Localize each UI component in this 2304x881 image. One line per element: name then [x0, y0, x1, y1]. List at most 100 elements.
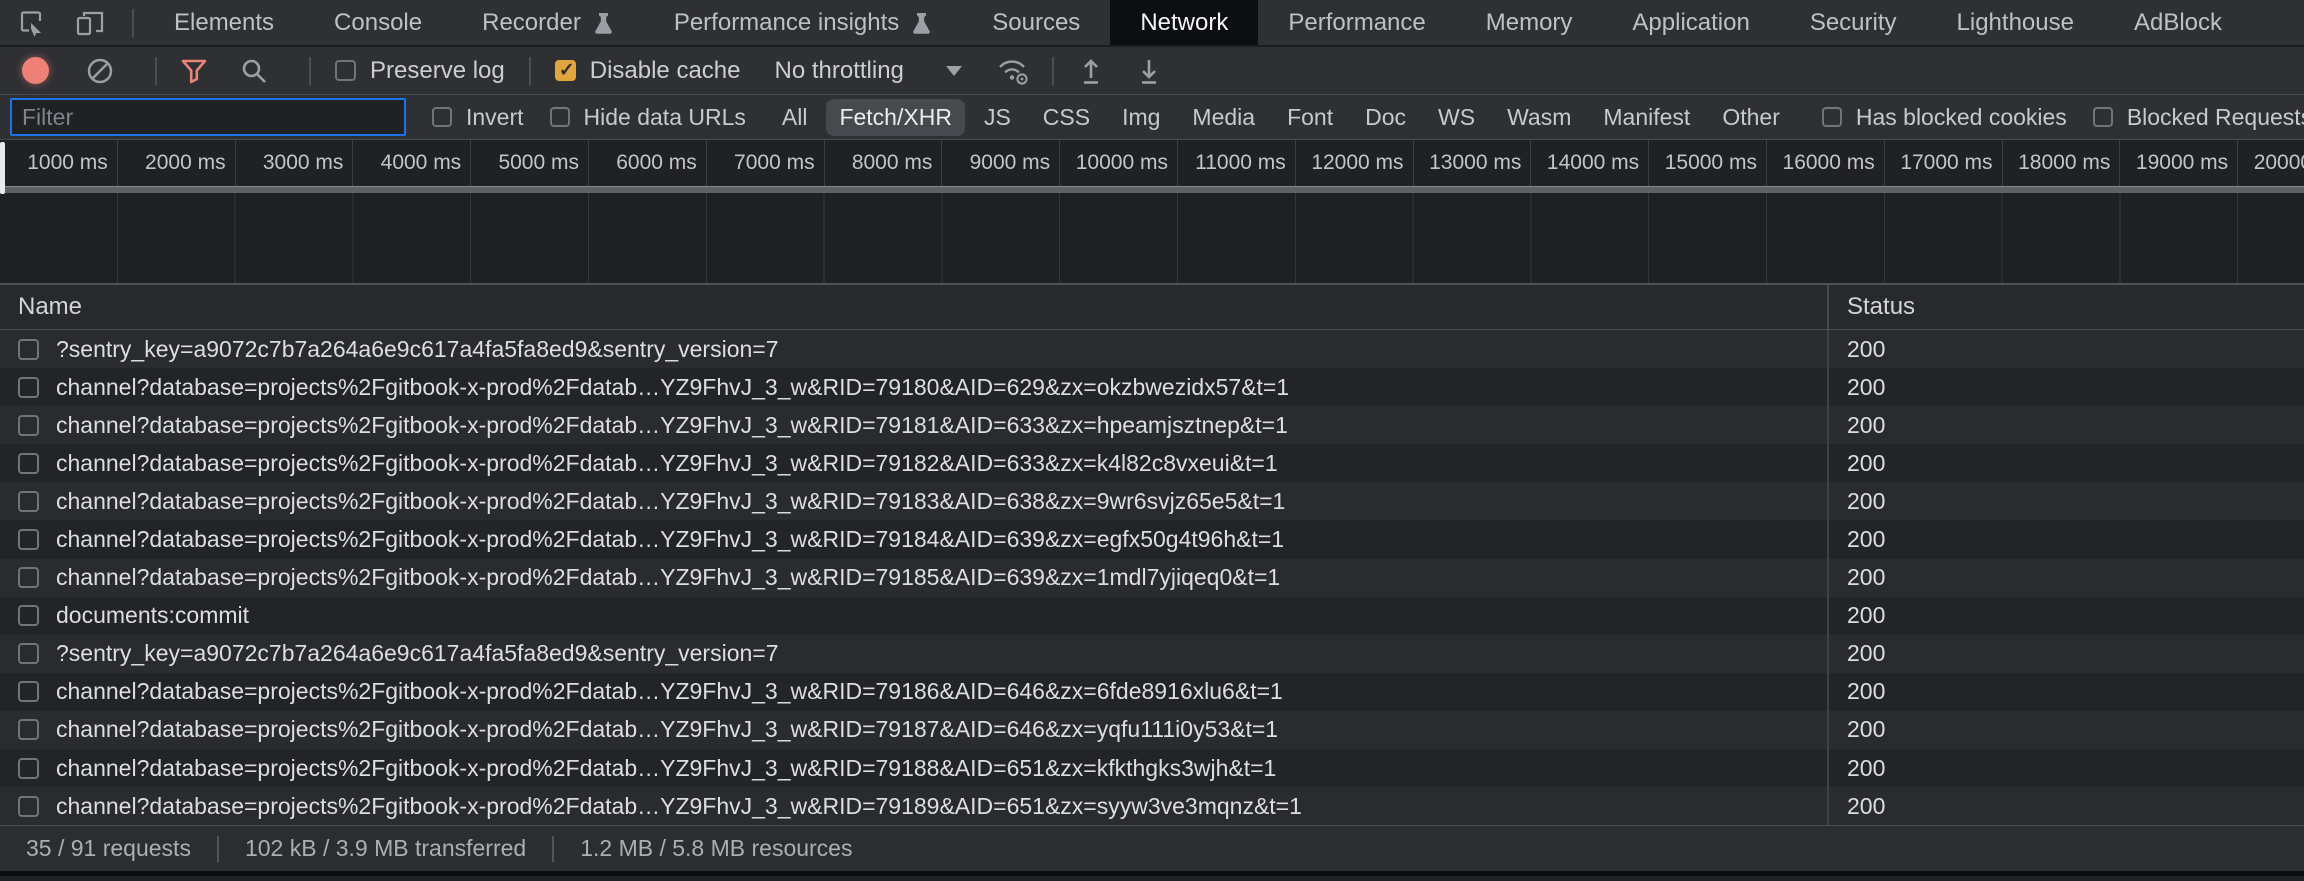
- hide-data-urls-checkbox[interactable]: [550, 107, 570, 127]
- tab-elements[interactable]: Elements: [144, 0, 304, 45]
- tab-console[interactable]: Console: [304, 0, 452, 45]
- request-status-cell: 200: [1829, 336, 2304, 363]
- timeline-tick: 20000 ms: [2238, 140, 2304, 186]
- tab-network[interactable]: Network: [1110, 0, 1258, 45]
- har-import-icon[interactable]: [1076, 55, 1106, 87]
- type-filter-js[interactable]: JS: [971, 99, 1024, 136]
- request-name-cell: channel?database=projects%2Fgitbook-x-pr…: [0, 482, 1829, 520]
- type-filter-img[interactable]: Img: [1109, 99, 1173, 136]
- preserve-log-checkbox[interactable]: [335, 60, 356, 81]
- inspect-element-icon[interactable]: [16, 8, 46, 38]
- tab-sources[interactable]: Sources: [962, 0, 1110, 45]
- table-row[interactable]: channel?database=projects%2Fgitbook-x-pr…: [0, 520, 2304, 558]
- request-name-cell: channel?database=projects%2Fgitbook-x-pr…: [0, 673, 1829, 711]
- request-checkbox[interactable]: [18, 453, 39, 474]
- status-badge: 200: [1847, 564, 1885, 590]
- table-row[interactable]: channel?database=projects%2Fgitbook-x-pr…: [0, 787, 2304, 825]
- status-badge: 200: [1847, 336, 1885, 362]
- network-conditions-icon[interactable]: [996, 56, 1030, 86]
- table-row[interactable]: channel?database=projects%2Fgitbook-x-pr…: [0, 673, 2304, 711]
- clear-network-log-icon[interactable]: [85, 56, 115, 86]
- table-row[interactable]: channel?database=projects%2Fgitbook-x-pr…: [0, 406, 2304, 444]
- request-status-cell: 200: [1829, 526, 2304, 553]
- column-header-status[interactable]: Status: [1829, 285, 2304, 329]
- throttling-value: No throttling: [774, 57, 903, 85]
- tab-recorder[interactable]: Recorder: [452, 0, 644, 45]
- request-checkbox[interactable]: [18, 377, 39, 398]
- record-network-log-icon[interactable]: [22, 57, 49, 84]
- toolbar-divider: [1052, 57, 1054, 85]
- request-checkbox[interactable]: [18, 796, 39, 817]
- request-checkbox[interactable]: [18, 758, 39, 779]
- table-row[interactable]: documents:commit 200: [0, 597, 2304, 635]
- tab-lighthouse[interactable]: Lighthouse: [1927, 0, 2104, 45]
- filter-icon[interactable]: [179, 56, 209, 86]
- disable-cache-checkbox[interactable]: [555, 60, 576, 81]
- overview-left-handle[interactable]: [0, 142, 5, 194]
- request-checkbox[interactable]: [18, 339, 39, 360]
- table-row[interactable]: channel?database=projects%2Fgitbook-x-pr…: [0, 444, 2304, 482]
- request-status-cell: 200: [1829, 640, 2304, 667]
- resources-size: 1.2 MB / 5.8 MB resources: [554, 835, 878, 862]
- request-checkbox[interactable]: [18, 567, 39, 588]
- device-toolbar-icon[interactable]: [74, 8, 106, 38]
- filter-input[interactable]: [10, 98, 406, 136]
- table-row[interactable]: ?sentry_key=a9072c7b7a264a6e9c617a4fa5fa…: [0, 330, 2304, 368]
- request-checkbox[interactable]: [18, 529, 39, 550]
- throttling-select[interactable]: No throttling: [774, 57, 961, 85]
- invert-checkbox[interactable]: [432, 107, 452, 127]
- request-checkbox[interactable]: [18, 643, 39, 664]
- overview-splitter[interactable]: [0, 186, 2304, 193]
- table-row[interactable]: channel?database=projects%2Fgitbook-x-pr…: [0, 368, 2304, 406]
- type-filter-font[interactable]: Font: [1274, 99, 1346, 136]
- type-filter-all[interactable]: All: [769, 99, 821, 136]
- has-blocked-cookies-checkbox[interactable]: [1822, 107, 1842, 127]
- table-row[interactable]: channel?database=projects%2Fgitbook-x-pr…: [0, 749, 2304, 787]
- status-badge: 200: [1847, 755, 1885, 781]
- status-badge: 200: [1847, 374, 1885, 400]
- waterfall-overview[interactable]: [0, 193, 2304, 285]
- tab-application[interactable]: Application: [1602, 0, 1779, 45]
- request-status-cell: 200: [1829, 450, 2304, 477]
- request-checkbox[interactable]: [18, 415, 39, 436]
- table-row[interactable]: channel?database=projects%2Fgitbook-x-pr…: [0, 711, 2304, 749]
- request-status-cell: 200: [1829, 412, 2304, 439]
- type-filter-ws[interactable]: WS: [1425, 99, 1488, 136]
- timeline-ruler: 1000 ms 2000 ms 3000 ms 4000 ms 5000 ms …: [0, 140, 2304, 186]
- type-filter-media[interactable]: Media: [1179, 99, 1268, 136]
- har-export-icon[interactable]: [1134, 55, 1164, 87]
- tab-memory[interactable]: Memory: [1456, 0, 1603, 45]
- tabbar-divider: [132, 9, 134, 37]
- status-badge: 200: [1847, 526, 1885, 552]
- type-filter-css[interactable]: CSS: [1030, 99, 1103, 136]
- table-row[interactable]: ?sentry_key=a9072c7b7a264a6e9c617a4fa5fa…: [0, 635, 2304, 673]
- tab-performance-insights[interactable]: Performance insights: [644, 0, 962, 45]
- type-filter-wasm[interactable]: Wasm: [1494, 99, 1584, 136]
- timeline-tick: 19000 ms: [2120, 140, 2238, 186]
- type-filter-manifest[interactable]: Manifest: [1590, 99, 1703, 136]
- tab-security[interactable]: Security: [1780, 0, 1927, 45]
- table-row[interactable]: channel?database=projects%2Fgitbook-x-pr…: [0, 482, 2304, 520]
- type-filter-fetch-xhr[interactable]: Fetch/XHR: [826, 99, 964, 136]
- request-name-cell: ?sentry_key=a9072c7b7a264a6e9c617a4fa5fa…: [0, 330, 1829, 368]
- request-name: documents:commit: [56, 602, 249, 629]
- table-row[interactable]: channel?database=projects%2Fgitbook-x-pr…: [0, 559, 2304, 597]
- request-checkbox[interactable]: [18, 491, 39, 512]
- request-name-cell: channel?database=projects%2Fgitbook-x-pr…: [0, 520, 1829, 558]
- request-checkbox[interactable]: [18, 681, 39, 702]
- requests-table-header: Name Status: [0, 285, 2304, 330]
- tabbar-left-icons: [0, 0, 122, 45]
- type-filter-other[interactable]: Other: [1709, 99, 1793, 136]
- request-checkbox[interactable]: [18, 719, 39, 740]
- type-filter-doc[interactable]: Doc: [1352, 99, 1419, 136]
- blocked-requests-checkbox[interactable]: [2093, 107, 2113, 127]
- timeline-tick: 10000 ms: [1060, 140, 1178, 186]
- search-icon[interactable]: [239, 56, 269, 86]
- transferred-size: 102 kB / 3.9 MB transferred: [219, 835, 552, 862]
- column-header-name[interactable]: Name: [0, 285, 1829, 329]
- tab-performance[interactable]: Performance: [1258, 0, 1455, 45]
- request-status-cell: 200: [1829, 564, 2304, 591]
- chevron-down-icon: [946, 66, 962, 76]
- request-checkbox[interactable]: [18, 605, 39, 626]
- tab-adblock[interactable]: AdBlock: [2104, 0, 2252, 45]
